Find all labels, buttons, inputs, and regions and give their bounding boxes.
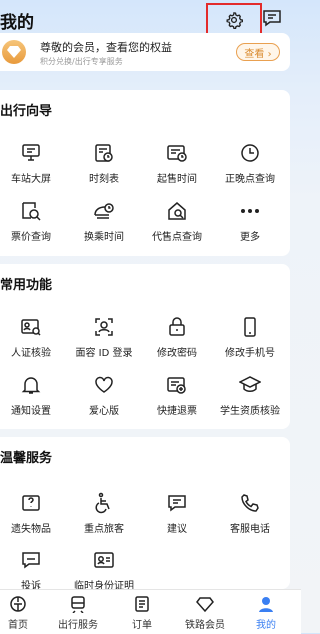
bell-icon bbox=[20, 374, 42, 396]
common-functions-card: 常用功能 人证核验 面容 ID 登录 修改密码 修改手机号 通知设置 爱心版 快… bbox=[0, 264, 290, 429]
tab-label: 出行服务 bbox=[58, 620, 98, 631]
tab-travel-service[interactable]: 出行服务 bbox=[48, 590, 108, 634]
common-item-face-id[interactable]: 面容 ID 登录 bbox=[68, 316, 140, 359]
item-label: 学生资质核验 bbox=[220, 406, 280, 417]
clock-icon bbox=[239, 142, 261, 164]
travel-guide-card: 出行向导 车站大屏 时刻表 起售时间 正晚点查询 票价查询 换乘时间 代售点查询… bbox=[0, 90, 290, 256]
item-label: 快捷退票 bbox=[157, 406, 197, 417]
travel-item-transfer-time[interactable]: 换乘时间 bbox=[68, 200, 140, 243]
more-icon bbox=[239, 200, 261, 222]
user-icon bbox=[257, 595, 275, 613]
item-label: 遗失物品 bbox=[11, 524, 51, 535]
refund-icon bbox=[166, 374, 188, 396]
common-item-change-phone[interactable]: 修改手机号 bbox=[214, 316, 286, 359]
item-label: 面容 ID 登录 bbox=[75, 348, 133, 359]
lost-item-icon bbox=[20, 492, 42, 514]
item-label: 修改密码 bbox=[157, 348, 197, 359]
order-icon bbox=[133, 595, 151, 613]
travel-item-station-screen[interactable]: 车站大屏 bbox=[0, 142, 67, 185]
page-title: 我的 bbox=[0, 13, 34, 33]
item-label: 正晚点查询 bbox=[225, 174, 275, 185]
tab-railway-member[interactable]: 铁路会员 bbox=[175, 590, 235, 634]
gear-icon bbox=[225, 11, 243, 29]
common-item-quick-refund[interactable]: 快捷退票 bbox=[141, 374, 213, 417]
travel-item-agent-point[interactable]: 代售点查询 bbox=[141, 200, 213, 243]
item-label: 修改手机号 bbox=[225, 348, 275, 359]
suggestion-icon bbox=[166, 492, 188, 514]
item-label: 票价查询 bbox=[11, 232, 51, 243]
member-title: 尊敬的会员，查看您的权益 bbox=[40, 41, 172, 54]
tab-home[interactable]: 首页 bbox=[0, 590, 48, 634]
common-item-notification[interactable]: 通知设置 bbox=[0, 374, 67, 417]
common-item-change-password[interactable]: 修改密码 bbox=[141, 316, 213, 359]
item-label: 建议 bbox=[167, 524, 187, 535]
train-icon bbox=[69, 595, 87, 613]
warm-item-suggestion[interactable]: 建议 bbox=[141, 492, 213, 535]
item-label: 人证核验 bbox=[11, 348, 51, 359]
timetable-icon bbox=[93, 142, 115, 164]
item-label: 代售点查询 bbox=[152, 232, 202, 243]
wheelchair-icon bbox=[93, 492, 115, 514]
view-benefits-button[interactable]: 查看 › bbox=[236, 43, 280, 61]
section-title: 常用功能 bbox=[0, 278, 53, 293]
id-verify-icon bbox=[20, 316, 42, 338]
temp-id-icon bbox=[93, 549, 115, 571]
monitor-icon bbox=[20, 142, 42, 164]
complaint-icon bbox=[20, 549, 42, 571]
tab-label: 铁路会员 bbox=[185, 620, 225, 631]
travel-item-price-query[interactable]: 票价查询 bbox=[0, 200, 67, 243]
sale-time-icon bbox=[166, 142, 188, 164]
warm-item-service-phone[interactable]: 客服电话 bbox=[214, 492, 286, 535]
common-item-student-verify[interactable]: 学生资质核验 bbox=[214, 374, 286, 417]
tab-orders[interactable]: 订单 bbox=[112, 590, 172, 634]
travel-item-sale-time[interactable]: 起售时间 bbox=[141, 142, 213, 185]
member-banner[interactable]: 尊敬的会员，查看您的权益 积分兑换/出行专享服务 查看 › bbox=[0, 33, 290, 71]
agent-point-icon bbox=[166, 200, 188, 222]
tab-label: 我的 bbox=[256, 620, 276, 631]
graduation-cap-icon bbox=[239, 374, 261, 396]
settings-button[interactable] bbox=[206, 3, 262, 37]
lock-icon bbox=[166, 316, 188, 338]
phone-call-icon bbox=[239, 492, 261, 514]
warm-item-temp-id[interactable]: 临时身份证明 bbox=[68, 549, 140, 592]
item-label: 换乘时间 bbox=[84, 232, 124, 243]
tab-mine[interactable]: 我的 bbox=[236, 590, 296, 634]
phone-icon bbox=[239, 316, 261, 338]
warm-item-lost-items[interactable]: 遗失物品 bbox=[0, 492, 67, 535]
diamond-icon bbox=[196, 595, 214, 613]
tab-label: 首页 bbox=[8, 620, 28, 631]
heart-icon bbox=[93, 374, 115, 396]
transfer-icon bbox=[93, 200, 115, 222]
warm-item-complaint[interactable]: 投诉 bbox=[0, 549, 67, 592]
tab-label: 订单 bbox=[132, 620, 152, 631]
item-label: 更多 bbox=[240, 232, 260, 243]
bottom-tab-bar: 首页 出行服务 订单 铁路会员 我的 bbox=[0, 589, 301, 634]
message-button[interactable] bbox=[262, 9, 284, 29]
travel-item-timetable[interactable]: 时刻表 bbox=[68, 142, 140, 185]
item-label: 客服电话 bbox=[230, 524, 270, 535]
travel-item-more[interactable]: 更多 bbox=[214, 200, 286, 243]
item-label: 起售时间 bbox=[157, 174, 197, 185]
section-title: 出行向导 bbox=[0, 104, 53, 119]
common-item-care-mode[interactable]: 爱心版 bbox=[68, 374, 140, 417]
face-id-icon bbox=[93, 316, 115, 338]
price-query-icon bbox=[20, 200, 42, 222]
member-diamond-icon bbox=[2, 40, 26, 64]
item-label: 车站大屏 bbox=[11, 174, 51, 185]
item-label: 重点旅客 bbox=[84, 524, 124, 535]
home-icon bbox=[9, 595, 27, 613]
item-label: 通知设置 bbox=[11, 406, 51, 417]
warm-item-key-passengers[interactable]: 重点旅客 bbox=[68, 492, 140, 535]
warm-services-card: 温馨服务 遗失物品 重点旅客 建议 客服电话 投诉 临时身份证明 bbox=[0, 437, 290, 592]
common-item-id-verify[interactable]: 人证核验 bbox=[0, 316, 67, 359]
section-title: 温馨服务 bbox=[0, 451, 53, 466]
travel-item-delay-query[interactable]: 正晚点查询 bbox=[214, 142, 286, 185]
item-label: 爱心版 bbox=[89, 406, 119, 417]
message-icon bbox=[262, 9, 284, 27]
member-subtitle: 积分兑换/出行专享服务 bbox=[40, 57, 123, 66]
item-label: 时刻表 bbox=[89, 174, 119, 185]
